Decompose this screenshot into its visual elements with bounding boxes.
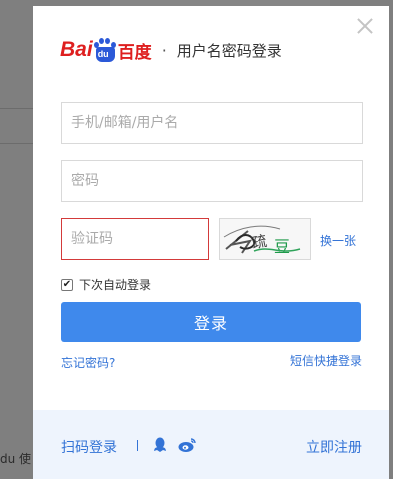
login-footer: 扫码登录 立即注册 [33,410,389,479]
password-input[interactable] [61,160,363,202]
captcha-input[interactable] [61,218,209,260]
footer-divider [137,440,138,451]
logo-paw-text: du [97,49,109,59]
captcha-image[interactable]: 疏 豆 [219,218,311,260]
background-text: du 使 [0,452,32,466]
close-icon[interactable] [355,16,375,36]
captcha-refresh-link[interactable]: 换一张 [320,232,356,249]
qq-icon[interactable] [153,437,167,453]
paw-icon: du [93,38,116,62]
login-button[interactable]: 登录 [61,302,361,342]
logo-text-baidu: 百度 [117,42,152,63]
logo-text-bai: Bai [60,38,93,61]
username-input[interactable] [61,102,363,144]
svg-text:豆: 豆 [274,237,290,256]
dialog-title: 用户名密码登录 [176,41,282,60]
register-link[interactable]: 立即注册 [306,437,362,457]
weibo-icon[interactable] [178,437,196,453]
baidu-logo: Bai du 百度 · 用户名密码登录 [60,36,282,64]
remember-label: 下次自动登录 [79,278,152,292]
remember-checkbox[interactable]: ✔ [61,278,73,291]
login-dialog: Bai du 百度 · 用户名密码登录 疏 豆 换一张 ✔ 下次自动登录 登录 … [33,6,389,479]
sms-login-link[interactable]: 短信快捷登录 [290,352,362,369]
title-separator: · [161,40,167,60]
remember-me[interactable]: ✔ 下次自动登录 [61,276,151,293]
forgot-password-link[interactable]: 忘记密码? [61,354,115,371]
qr-login-link[interactable]: 扫码登录 [61,437,117,457]
